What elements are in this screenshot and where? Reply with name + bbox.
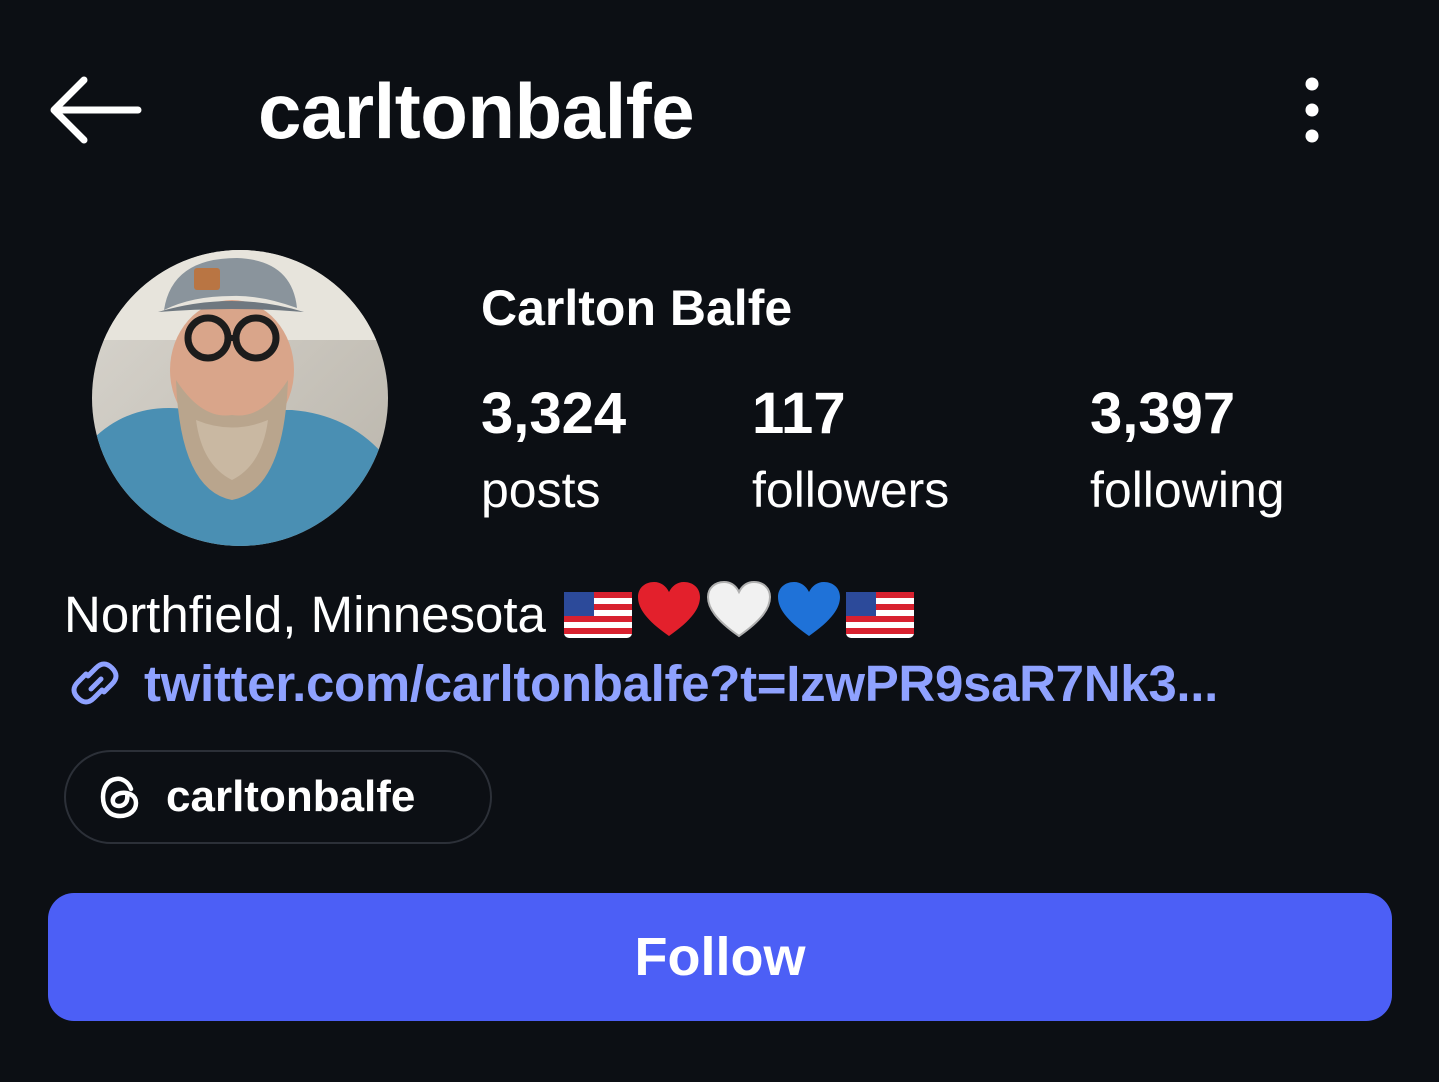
link-icon bbox=[71, 661, 119, 705]
posts-count: 3,324 bbox=[481, 381, 627, 446]
following-count: 3,397 bbox=[1090, 381, 1236, 446]
posts-stat[interactable]: 3,324 posts bbox=[481, 380, 626, 522]
us-flag-icon bbox=[564, 590, 633, 654]
bio: Northfield, Minnesota bbox=[64, 580, 915, 654]
more-options-button[interactable] bbox=[1284, 72, 1340, 148]
threads-icon bbox=[100, 776, 139, 819]
vertical-ellipsis-icon bbox=[1305, 77, 1319, 143]
posts-label: posts bbox=[481, 462, 601, 518]
blue-heart-icon bbox=[776, 580, 842, 654]
avatar[interactable] bbox=[92, 250, 388, 546]
red-heart-icon bbox=[636, 580, 702, 654]
following-stat[interactable]: 3,397 following bbox=[1090, 380, 1285, 522]
followers-stat[interactable]: 117 followers bbox=[752, 380, 949, 522]
page-title: carltonbalfe bbox=[258, 67, 695, 155]
arrow-left-icon bbox=[50, 76, 142, 144]
us-flag-icon bbox=[846, 590, 915, 654]
back-button[interactable] bbox=[44, 70, 148, 150]
follow-button[interactable]: Follow bbox=[48, 893, 1392, 1021]
white-heart-icon bbox=[706, 580, 772, 654]
threads-handle: carltonbalfe bbox=[166, 772, 416, 821]
profile-link-text[interactable]: twitter.com/carltonbalfe?t=IzwPR9saR7Nk3… bbox=[144, 654, 1218, 713]
followers-count: 117 bbox=[752, 381, 846, 446]
display-name: Carlton Balfe bbox=[481, 280, 793, 336]
profile-link[interactable]: twitter.com/carltonbalfe?t=IzwPR9saR7Nk3… bbox=[64, 650, 1218, 716]
following-label: following bbox=[1090, 462, 1285, 518]
follow-button-label: Follow bbox=[634, 927, 806, 987]
bio-text: Northfield, Minnesota bbox=[64, 586, 546, 643]
profile-screen: carltonbalfe Carlton Balfe 3,324 posts 1… bbox=[0, 0, 1439, 1082]
followers-label: followers bbox=[752, 462, 950, 518]
threads-badge[interactable]: carltonbalfe bbox=[64, 750, 492, 844]
